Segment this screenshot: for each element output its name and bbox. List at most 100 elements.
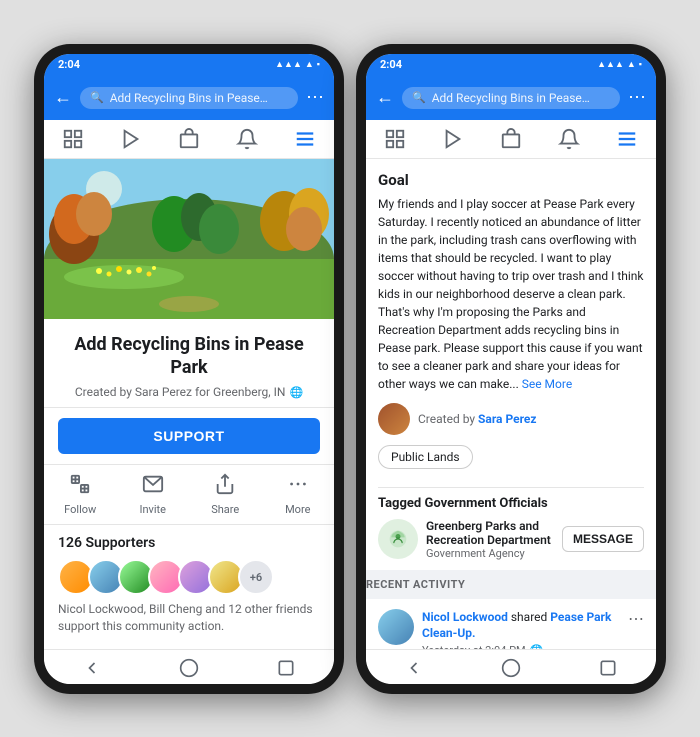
left-phone: 2:04 ▲▲▲ ▲ ▪ ← 🔍 Add Recycling Bins in P…: [34, 44, 344, 694]
status-bar-right: 2:04 ▲▲▲ ▲ ▪: [366, 54, 656, 76]
battery-icon: ▪: [317, 59, 320, 70]
petition-creator: Created by Sara Perez for Greenberg, IN …: [58, 385, 320, 399]
more-icon: [287, 473, 309, 500]
nav-dots-right[interactable]: ⋯: [628, 87, 646, 108]
signal-icon-r: ▲▲▲: [597, 59, 624, 70]
creator-text: Created by Sara Perez for Greenberg, IN: [75, 385, 286, 399]
bottom-nav-left: [44, 649, 334, 684]
icon-bar-home-r[interactable]: [384, 128, 406, 150]
section-divider: [378, 487, 644, 488]
activity-user[interactable]: Nicol Lockwood: [422, 610, 508, 624]
icon-bar-menu-r[interactable]: [616, 128, 638, 150]
activity-action: shared: [511, 610, 550, 624]
follow-label: Follow: [64, 503, 96, 516]
back-button-right[interactable]: ←: [376, 87, 394, 108]
share-action[interactable]: Share: [189, 473, 262, 516]
recent-activity-bar: RECENT ACTIVITY: [366, 570, 656, 599]
goal-body-text: My friends and I play soccer at Pease Pa…: [378, 197, 643, 391]
nav-dots-left[interactable]: ⋯: [306, 87, 324, 108]
icon-bar-right: [366, 120, 656, 159]
official-info: Greenberg Parks and Recreation Departmen…: [426, 519, 554, 560]
activity-section: Nicol Lockwood shared Pease Park Clean-U…: [366, 599, 656, 649]
invite-action[interactable]: Invite: [117, 473, 190, 516]
icon-bar-video[interactable]: [120, 128, 142, 150]
message-button[interactable]: MESSAGE: [562, 526, 644, 552]
search-text-left: Add Recycling Bins in Pease P...: [110, 91, 270, 105]
created-by-text: Created by Sara Perez: [418, 412, 536, 426]
right-main-content: Goal My friends and I play soccer at Pea…: [366, 159, 656, 560]
icon-bar-bell-r[interactable]: [558, 128, 580, 150]
left-phone-content: Add Recycling Bins in Pease Park Created…: [44, 159, 334, 649]
action-row: Follow Invite Share: [44, 464, 334, 525]
activity-avatar: [378, 609, 414, 645]
supporters-text: Nicol Lockwood, Bill Cheng and 12 other …: [58, 601, 320, 635]
bottom-square-r[interactable]: [594, 658, 622, 678]
back-button-left[interactable]: ←: [54, 87, 72, 108]
icon-bar-home[interactable]: [62, 128, 84, 150]
invite-icon: [142, 473, 164, 500]
creator-avatar: [378, 403, 410, 435]
share-label: Share: [211, 503, 239, 516]
signal-icon: ▲▲▲: [275, 59, 302, 70]
right-phone-screen: 2:04 ▲▲▲ ▲ ▪ ← 🔍 Add Recycling Bins in P…: [366, 54, 656, 684]
icon-bar-bell[interactable]: [236, 128, 258, 150]
created-by-row: Created by Sara Perez: [378, 403, 644, 435]
activity-text: Nicol Lockwood shared Pease Park Clean-U…: [422, 609, 620, 643]
recent-activity-title: RECENT ACTIVITY: [366, 578, 656, 591]
supporters-count: 126 Supporters: [58, 535, 320, 551]
status-time-right: 2:04: [380, 58, 402, 71]
bottom-nav-right: [366, 649, 656, 684]
petition-title: Add Recycling Bins in Pease Park: [58, 333, 320, 380]
search-bar-right[interactable]: 🔍 Add Recycling Bins in Pease P...: [402, 87, 620, 109]
activity-info: Nicol Lockwood shared Pease Park Clean-U…: [422, 609, 620, 649]
activity-more-dots[interactable]: ⋯: [628, 609, 644, 628]
nav-bar-left: ← 🔍 Add Recycling Bins in Pease P... ⋯: [44, 76, 334, 120]
avatar-more: +6: [238, 559, 274, 595]
right-phone: 2:04 ▲▲▲ ▲ ▪ ← 🔍 Add Recycling Bins in P…: [356, 44, 666, 694]
bottom-back-r[interactable]: [400, 658, 428, 678]
bottom-square[interactable]: [272, 658, 300, 678]
created-by-label: Created by: [418, 412, 475, 426]
icon-bar-shop[interactable]: [178, 128, 200, 150]
icon-bar-left: [44, 120, 334, 159]
official-type: Government Agency: [426, 547, 554, 560]
icon-bar-menu[interactable]: [294, 128, 316, 150]
public-lands-tag[interactable]: Public Lands: [378, 445, 473, 469]
official-name: Greenberg Parks and Recreation Departmen…: [426, 519, 554, 547]
right-phone-content: Goal My friends and I play soccer at Pea…: [366, 159, 656, 649]
status-icons-right: ▲▲▲ ▲ ▪: [597, 59, 642, 70]
icon-bar-video-r[interactable]: [442, 128, 464, 150]
creator-name[interactable]: Sara Perez: [478, 412, 536, 426]
supporter-avatars: +6: [58, 559, 320, 595]
bottom-home-r[interactable]: [497, 658, 525, 678]
phones-container: 2:04 ▲▲▲ ▲ ▪ ← 🔍 Add Recycling Bins in P…: [34, 44, 666, 694]
more-label: More: [285, 503, 310, 516]
invite-label: Invite: [139, 503, 166, 516]
tagged-officials-title: Tagged Government Officials: [378, 496, 644, 511]
activity-row: Nicol Lockwood shared Pease Park Clean-U…: [378, 599, 644, 649]
bottom-home[interactable]: [175, 658, 203, 678]
status-bar-left: 2:04 ▲▲▲ ▲ ▪: [44, 54, 334, 76]
official-avatar: [378, 519, 418, 559]
share-icon: [214, 473, 236, 500]
search-icon-right: 🔍: [412, 91, 426, 104]
status-time-left: 2:04: [58, 58, 80, 71]
search-bar-left[interactable]: 🔍 Add Recycling Bins in Pease P...: [80, 87, 298, 109]
goal-label: Goal: [378, 171, 644, 189]
support-button[interactable]: SUPPORT: [58, 418, 320, 454]
left-phone-screen: 2:04 ▲▲▲ ▲ ▪ ← 🔍 Add Recycling Bins in P…: [44, 54, 334, 684]
wifi-icon: ▲: [305, 59, 314, 70]
more-action[interactable]: More: [262, 473, 335, 516]
official-row: Greenberg Parks and Recreation Departmen…: [378, 519, 644, 560]
see-more-link[interactable]: See More: [522, 377, 572, 391]
bottom-back[interactable]: [78, 658, 106, 678]
goal-text: My friends and I play soccer at Pease Pa…: [378, 195, 644, 393]
park-image: [44, 159, 334, 319]
petition-header: Add Recycling Bins in Pease Park Created…: [44, 319, 334, 409]
icon-bar-shop-r[interactable]: [500, 128, 522, 150]
follow-action[interactable]: Follow: [44, 473, 117, 516]
battery-icon-r: ▪: [639, 59, 642, 70]
wifi-icon-r: ▲: [627, 59, 636, 70]
globe-icon: 🌐: [289, 386, 303, 399]
follow-icon: [69, 473, 91, 500]
